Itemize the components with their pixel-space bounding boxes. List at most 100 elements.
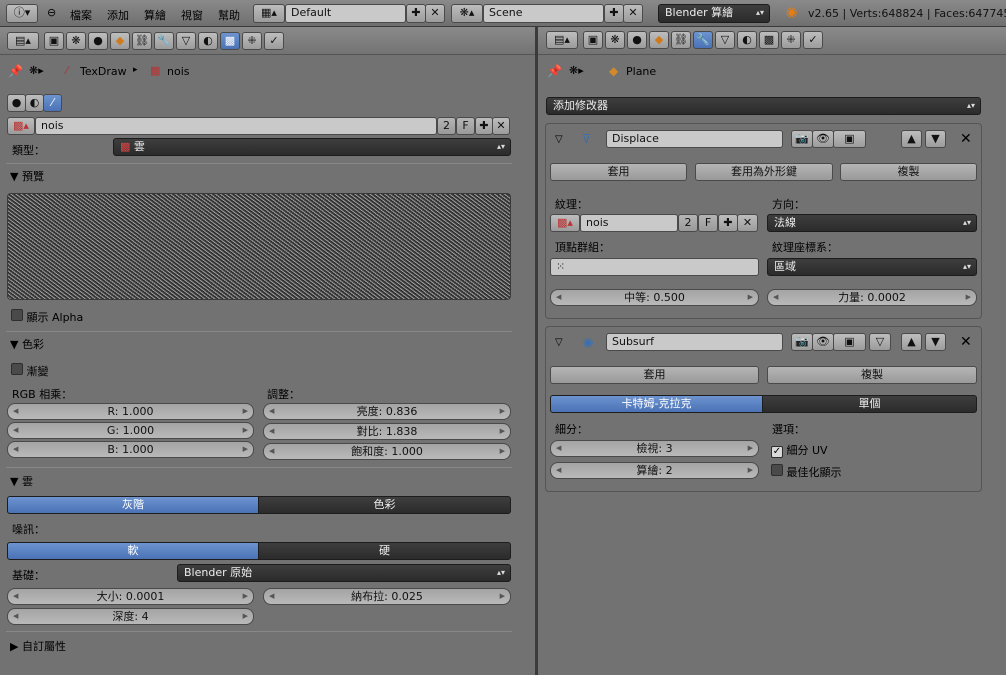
displace-texture-browse-icon[interactable]: ▩▴ xyxy=(550,214,580,232)
texture-name-field[interactable]: nois xyxy=(35,117,437,135)
subdivide-uv-row[interactable]: ✓ 細分 UV xyxy=(771,442,828,458)
ramp-checkbox-row[interactable]: 漸變 xyxy=(11,363,49,379)
menu-render[interactable]: 算繪 xyxy=(144,7,166,23)
displace-texture-users[interactable]: 2 xyxy=(678,214,698,232)
editor-type-button-right[interactable]: ▤▴ xyxy=(546,31,578,49)
view-levels-field[interactable]: ◀ 檢視: 3 ▶ xyxy=(550,440,759,457)
ramp-checkbox[interactable] xyxy=(11,363,23,375)
subsurf-apply-button[interactable]: 套用 xyxy=(550,366,759,384)
displace-unlink-texture-icon[interactable]: ✕ xyxy=(737,214,758,232)
object-tab-icon[interactable]: ◆ xyxy=(110,32,130,50)
optimal-display-row[interactable]: 最佳化顯示 xyxy=(771,464,842,480)
particles-tab-icon[interactable]: ⁜ xyxy=(781,31,801,49)
world-tab-icon[interactable]: ● xyxy=(88,32,108,50)
physics-tab-icon[interactable]: ✓ xyxy=(264,32,284,50)
strength-field[interactable]: ◀ 力量: 0.0002 ▶ xyxy=(767,289,977,306)
scene-field[interactable]: Scene xyxy=(483,4,604,23)
displace-texture-field[interactable]: nois xyxy=(580,214,678,232)
on-cage-toggle-icon[interactable]: ▽ xyxy=(869,333,891,351)
collapse-triangle-icon[interactable]: ▽ xyxy=(555,134,563,145)
add-modifier-dropdown[interactable]: 添加修改器 ▴▾ xyxy=(546,97,981,115)
new-texture-icon[interactable]: ✚ xyxy=(475,117,493,135)
midlevel-field[interactable]: ◀ 中等: 0.500 ▶ xyxy=(550,289,759,306)
particles-tab-icon[interactable]: ⁜ xyxy=(242,32,262,50)
texture-browse-icon[interactable]: ▩▴ xyxy=(7,117,35,135)
info-editor-type-button[interactable]: ⓘ▾ xyxy=(6,4,38,23)
texture-users-count[interactable]: 2 xyxy=(437,117,456,135)
rgb-g-field[interactable]: ◀ G: 1.000 ▶ xyxy=(7,422,254,439)
delete-scene-icon[interactable]: ✕ xyxy=(623,4,643,23)
show-alpha-checkbox-row[interactable]: 顯示 Alpha xyxy=(11,309,83,325)
menu-add[interactable]: 添加 xyxy=(107,7,129,23)
subsurf-name-field[interactable]: Subsurf xyxy=(606,333,783,351)
material-texture-icon[interactable]: ◐ xyxy=(25,94,44,112)
direction-dropdown[interactable]: 法線 ▴▾ xyxy=(767,214,977,232)
nabla-field[interactable]: ◀ 納布拉: 0.025 ▶ xyxy=(263,588,511,605)
menu-help[interactable]: 幫助 xyxy=(218,7,240,23)
hard-noise-toggle[interactable]: 硬 xyxy=(258,542,511,560)
move-up-icon[interactable]: ▲ xyxy=(901,333,922,351)
modifiers-tab-icon[interactable]: 🔧 xyxy=(154,32,174,50)
collapse-triangle-icon[interactable]: ▽ xyxy=(555,337,563,348)
pin-icon[interactable]: 📌 xyxy=(547,64,562,78)
soft-noise-toggle[interactable]: 軟 xyxy=(7,542,259,560)
show-alpha-checkbox[interactable] xyxy=(11,309,23,321)
screen-layout-field[interactable]: Default xyxy=(285,4,406,23)
area-divider[interactable] xyxy=(535,27,538,675)
simple-toggle[interactable]: 單個 xyxy=(762,395,977,413)
render-toggle-icon[interactable]: 📷 xyxy=(791,130,813,148)
texture-tab-icon[interactable]: ▩ xyxy=(759,31,779,49)
screen-layout-icon[interactable]: ▦▴ xyxy=(253,4,285,23)
greyscale-toggle[interactable]: 灰階 xyxy=(7,496,259,514)
constraints-tab-icon[interactable]: ⛓ xyxy=(132,32,152,50)
menu-window[interactable]: 視窗 xyxy=(181,7,203,23)
delete-screen-icon[interactable]: ✕ xyxy=(425,4,445,23)
editmode-toggle-icon[interactable]: ▣ xyxy=(833,130,866,148)
apply-as-shape-button[interactable]: 套用為外形鍵 xyxy=(695,163,833,181)
remove-modifier-icon[interactable]: ✕ xyxy=(960,131,972,147)
colors-panel-header[interactable]: ▼ 色彩 xyxy=(10,336,44,352)
data-tab-icon[interactable]: ▽ xyxy=(715,31,735,49)
subsurf-copy-button[interactable]: 複製 xyxy=(767,366,977,384)
render-toggle-icon[interactable]: 📷 xyxy=(791,333,813,351)
render-engine-dropdown[interactable]: Blender 算繪 ▴▾ xyxy=(658,4,770,23)
optimal-display-checkbox[interactable] xyxy=(771,464,783,476)
world-texture-icon[interactable]: ● xyxy=(7,94,26,112)
rgb-r-field[interactable]: ◀ R: 1.000 ▶ xyxy=(7,403,254,420)
unlink-texture-icon[interactable]: ✕ xyxy=(492,117,510,135)
preview-panel-header[interactable]: ▼ 預覽 xyxy=(10,168,44,184)
texture-tab-icon[interactable]: ▩ xyxy=(220,32,240,50)
move-down-icon[interactable]: ▼ xyxy=(925,333,946,351)
editmode-toggle-icon[interactable]: ▣ xyxy=(833,333,866,351)
contrast-field[interactable]: ◀ 對比: 1.838 ▶ xyxy=(263,423,511,440)
add-scene-icon[interactable]: ✚ xyxy=(604,4,624,23)
texture-type-dropdown[interactable]: ▩ 雲 ▴▾ xyxy=(113,138,511,156)
add-screen-icon[interactable]: ✚ xyxy=(406,4,426,23)
custom-properties-header[interactable]: ▶ 自訂屬性 xyxy=(10,638,66,654)
brush-texture-icon[interactable]: ⁄ xyxy=(43,94,62,112)
displace-new-texture-icon[interactable]: ✚ xyxy=(718,214,738,232)
render-levels-field[interactable]: ◀ 算繪: 2 ▶ xyxy=(550,462,759,479)
viewport-visibility-icon[interactable]: 👁 xyxy=(812,333,834,351)
material-tab-icon[interactable]: ◐ xyxy=(737,31,757,49)
noise-size-field[interactable]: ◀ 大小: 0.0001 ▶ xyxy=(7,588,254,605)
displace-fake-user-button[interactable]: F xyxy=(698,214,718,232)
clouds-panel-header[interactable]: ▼ 雲 xyxy=(10,473,33,489)
move-up-icon[interactable]: ▲ xyxy=(901,130,922,148)
fake-user-button[interactable]: F xyxy=(456,117,475,135)
move-down-icon[interactable]: ▼ xyxy=(925,130,946,148)
saturation-field[interactable]: ◀ 飽和度: 1.000 ▶ xyxy=(263,443,511,460)
collapse-menu-icon[interactable]: ⊖ xyxy=(47,6,56,19)
vertex-group-field[interactable]: ⁙ xyxy=(550,258,759,276)
scene-tab-icon[interactable]: ❋ xyxy=(605,31,625,49)
scene-icon[interactable]: ❋▴ xyxy=(451,4,483,23)
data-tab-icon[interactable]: ▽ xyxy=(176,32,196,50)
physics-tab-icon[interactable]: ✓ xyxy=(803,31,823,49)
displace-name-field[interactable]: Displace xyxy=(606,130,783,148)
scene-tab-icon[interactable]: ❋ xyxy=(66,32,86,50)
brightness-field[interactable]: ◀ 亮度: 0.836 ▶ xyxy=(263,403,511,420)
modifiers-tab-icon[interactable]: 🔧 xyxy=(693,31,713,49)
noise-basis-dropdown[interactable]: Blender 原始 ▴▾ xyxy=(177,564,511,582)
color-toggle[interactable]: 色彩 xyxy=(258,496,511,514)
material-tab-icon[interactable]: ◐ xyxy=(198,32,218,50)
